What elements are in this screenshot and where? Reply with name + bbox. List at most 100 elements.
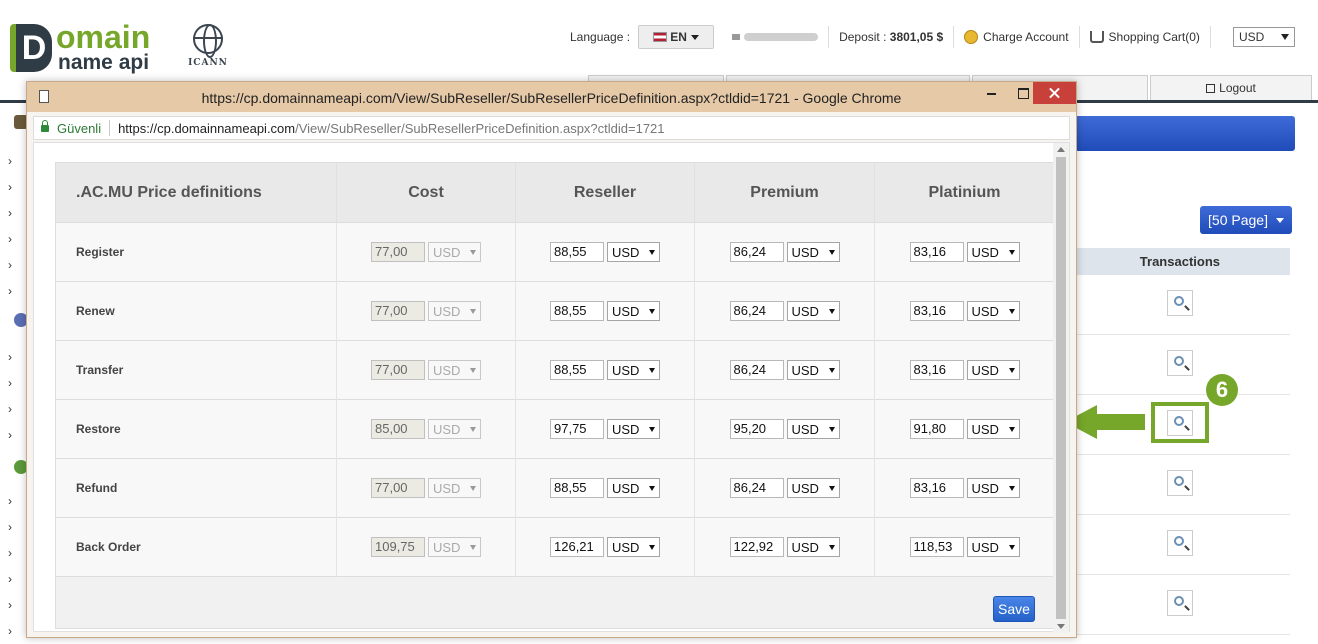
close-window-button[interactable] bbox=[1033, 82, 1076, 104]
view-transactions-button[interactable] bbox=[1167, 350, 1193, 376]
platinium-price-input[interactable]: 83,16 bbox=[909, 478, 964, 498]
premium-currency-select[interactable]: USD bbox=[786, 360, 840, 380]
platinium-cell: 118,53 USD bbox=[874, 517, 1055, 577]
logout-tab[interactable]: Logout bbox=[1150, 75, 1312, 101]
shopping-cart-link[interactable]: Shopping Cart(0) bbox=[1089, 30, 1200, 44]
window-titlebar[interactable]: https://cp.domainnameapi.com/View/SubRes… bbox=[27, 82, 1076, 112]
reseller-price-input[interactable]: 88,55 bbox=[550, 242, 604, 262]
cost-cell: 85,00 USD bbox=[336, 399, 516, 459]
premium-price-input[interactable]: 95,20 bbox=[729, 419, 784, 439]
reseller-price-group: 97,75 USD bbox=[550, 419, 660, 439]
charge-account-link[interactable]: Charge Account bbox=[964, 30, 1069, 44]
scroll-up-icon[interactable] bbox=[1057, 147, 1065, 152]
save-button[interactable]: Save bbox=[993, 596, 1035, 622]
platinium-price-input[interactable]: 91,80 bbox=[909, 419, 964, 439]
page-size-button[interactable]: [50 Page] bbox=[1200, 206, 1292, 234]
sidebar-item[interactable]: › bbox=[8, 376, 12, 390]
reseller-currency-select[interactable]: USD bbox=[607, 419, 660, 439]
scrollbar-thumb[interactable] bbox=[1056, 157, 1066, 619]
domainnameapi-logo[interactable]: D omain name api bbox=[10, 20, 160, 76]
platinium-currency-select[interactable]: USD bbox=[966, 537, 1020, 557]
sidebar-item[interactable]: › bbox=[8, 232, 12, 246]
sidebar-item[interactable]: › bbox=[8, 520, 12, 534]
page-size-label: [50 Page] bbox=[1208, 212, 1268, 228]
reseller-price-group: 126,21 USD bbox=[550, 537, 660, 557]
sidebar-item[interactable]: › bbox=[8, 598, 12, 612]
premium-currency-select[interactable]: USD bbox=[786, 478, 840, 498]
cost-currency-select: USD bbox=[428, 419, 481, 439]
platinium-price-input[interactable]: 83,16 bbox=[909, 242, 964, 262]
premium-price-input[interactable]: 86,24 bbox=[729, 360, 784, 380]
sidebar-item[interactable]: › bbox=[8, 428, 12, 442]
premium-currency-select[interactable]: USD bbox=[786, 419, 840, 439]
platinium-price-input[interactable]: 83,16 bbox=[909, 301, 964, 321]
platinium-currency-select[interactable]: USD bbox=[966, 301, 1020, 321]
premium-price-input[interactable]: 86,24 bbox=[729, 478, 784, 498]
view-transactions-button[interactable] bbox=[1167, 290, 1193, 316]
platinium-cell: 83,16 USD bbox=[874, 281, 1055, 341]
reseller-price-input[interactable]: 88,55 bbox=[550, 478, 604, 498]
currency-value: USD bbox=[612, 421, 640, 437]
table-footer: Save bbox=[55, 577, 1055, 629]
popup-content: .AC.MU Price definitions Cost Reseller P… bbox=[33, 142, 1070, 633]
premium-price-input[interactable]: 86,24 bbox=[729, 242, 784, 262]
reseller-price-input[interactable]: 88,55 bbox=[550, 301, 604, 321]
scroll-down-icon[interactable] bbox=[1057, 624, 1065, 629]
view-transactions-button[interactable] bbox=[1167, 590, 1193, 616]
platinium-currency-select[interactable]: USD bbox=[966, 478, 1020, 498]
caret-down-icon bbox=[649, 308, 655, 314]
currency-select[interactable]: USD bbox=[1232, 27, 1295, 47]
premium-currency-select[interactable]: USD bbox=[786, 242, 840, 262]
sidebar-item[interactable]: › bbox=[8, 284, 12, 298]
cost-price-group: 77,00 USD bbox=[371, 242, 481, 262]
sidebar-item[interactable]: › bbox=[8, 154, 12, 168]
currency-value: USD bbox=[791, 303, 819, 319]
reseller-currency-select[interactable]: USD bbox=[607, 301, 660, 321]
platinium-price-input[interactable]: 83,16 bbox=[909, 360, 964, 380]
language-dropdown[interactable]: EN bbox=[638, 25, 715, 49]
sidebar-item[interactable]: › bbox=[8, 624, 12, 638]
sidebar-item[interactable]: › bbox=[8, 258, 12, 272]
premium-price-input[interactable]: 86,24 bbox=[729, 301, 784, 321]
platinium-currency-select[interactable]: USD bbox=[966, 419, 1020, 439]
view-transactions-button[interactable] bbox=[1167, 470, 1193, 496]
cost-currency-select: USD bbox=[428, 360, 481, 380]
reseller-currency-select[interactable]: USD bbox=[607, 478, 660, 498]
reseller-cell: 88,55 USD bbox=[515, 222, 695, 282]
platinium-currency-select[interactable]: USD bbox=[966, 242, 1020, 262]
sidebar-item[interactable]: › bbox=[8, 572, 12, 586]
cart-icon bbox=[1089, 31, 1104, 43]
reseller-price-input[interactable]: 88,55 bbox=[550, 360, 604, 380]
cost-cell: 77,00 USD bbox=[336, 222, 516, 282]
sidebar-item[interactable]: › bbox=[8, 180, 12, 194]
cost-currency-select: USD bbox=[428, 242, 481, 262]
platinium-price-input[interactable]: 118,53 bbox=[909, 537, 964, 557]
sidebar-item[interactable]: › bbox=[8, 350, 12, 364]
minimize-button[interactable] bbox=[977, 82, 1007, 104]
sidebar-item[interactable]: › bbox=[8, 494, 12, 508]
cost-price-group: 109,75 USD bbox=[371, 537, 481, 557]
price-table-body: Register 77,00 USD 88,55 USD 86,24 USD 83,16 USD… bbox=[55, 222, 1055, 577]
vertical-scrollbar[interactable] bbox=[1053, 143, 1069, 633]
cost-price-input: 85,00 bbox=[371, 419, 425, 439]
deposit-value: 3801,05 $ bbox=[889, 30, 944, 44]
sidebar-item[interactable]: › bbox=[8, 402, 12, 416]
premium-currency-select[interactable]: USD bbox=[786, 301, 840, 321]
caret-down-icon bbox=[1008, 544, 1015, 550]
url-path: /View/SubReseller/SubResellerPriceDefini… bbox=[295, 120, 665, 136]
reseller-currency-select[interactable]: USD bbox=[607, 242, 660, 262]
view-transactions-button[interactable] bbox=[1167, 530, 1193, 556]
reseller-currency-select[interactable]: USD bbox=[607, 537, 660, 557]
sidebar-item[interactable]: › bbox=[8, 206, 12, 220]
platinium-currency-select[interactable]: USD bbox=[966, 360, 1020, 380]
reseller-currency-select[interactable]: USD bbox=[607, 360, 660, 380]
currency-value: USD bbox=[971, 480, 999, 496]
address-bar[interactable]: Güvenli https://cp.domainnameapi.com/Vie… bbox=[33, 116, 1070, 140]
premium-currency-select[interactable]: USD bbox=[786, 537, 840, 557]
reseller-price-input[interactable]: 126,21 bbox=[550, 537, 604, 557]
user-account[interactable] bbox=[732, 33, 819, 41]
sidebar-item[interactable]: › bbox=[8, 546, 12, 560]
premium-price-input[interactable]: 122,92 bbox=[729, 537, 784, 557]
reseller-price-input[interactable]: 97,75 bbox=[550, 419, 604, 439]
table-row bbox=[1075, 275, 1290, 335]
